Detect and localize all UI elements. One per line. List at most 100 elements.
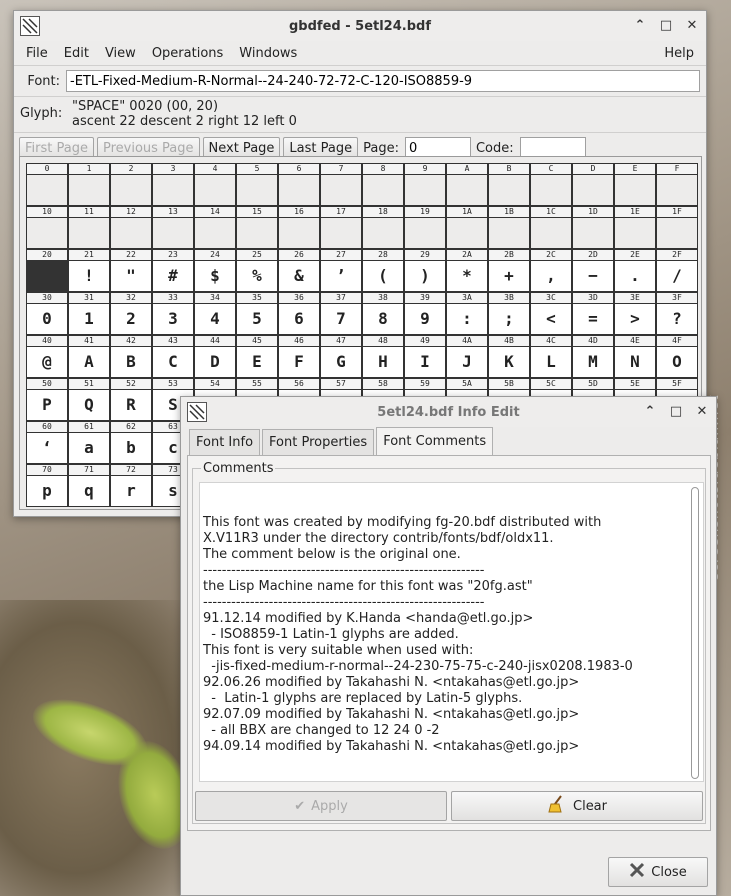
- glyph-cell[interactable]: (: [362, 261, 404, 292]
- glyph-cell[interactable]: [362, 175, 404, 206]
- glyph-cell[interactable]: I: [404, 347, 446, 378]
- glyph-cell[interactable]: G: [320, 347, 362, 378]
- glyph-cell[interactable]: a: [68, 433, 110, 464]
- glyph-cell[interactable]: 9: [404, 304, 446, 335]
- glyph-cell[interactable]: [236, 218, 278, 249]
- glyph-cell[interactable]: ’: [320, 261, 362, 292]
- glyph-cell[interactable]: +: [488, 261, 530, 292]
- glyph-cell[interactable]: ": [110, 261, 152, 292]
- glyph-cell[interactable]: q: [68, 476, 110, 507]
- glyph-cell[interactable]: [614, 218, 656, 249]
- glyph-cell[interactable]: [68, 175, 110, 206]
- glyph-cell[interactable]: E: [236, 347, 278, 378]
- glyph-cell[interactable]: ;: [488, 304, 530, 335]
- glyph-cell[interactable]: [446, 218, 488, 249]
- glyph-cell[interactable]: H: [362, 347, 404, 378]
- comments-textarea[interactable]: This font was created by modifying fg-20…: [199, 482, 704, 782]
- glyph-cell[interactable]: [26, 218, 68, 249]
- menu-help[interactable]: Help: [664, 46, 694, 61]
- glyph-cell[interactable]: Q: [68, 390, 110, 421]
- glyph-cell[interactable]: >: [614, 304, 656, 335]
- close-icon[interactable]: ✕: [684, 16, 700, 34]
- comments-scrollbar[interactable]: [691, 487, 699, 779]
- glyph-cell[interactable]: 2: [110, 304, 152, 335]
- glyph-cell[interactable]: <: [530, 304, 572, 335]
- glyph-cell[interactable]: [404, 175, 446, 206]
- glyph-cell[interactable]: @: [26, 347, 68, 378]
- glyph-cell[interactable]: R: [110, 390, 152, 421]
- glyph-cell[interactable]: p: [26, 476, 68, 507]
- glyph-cell[interactable]: [656, 175, 698, 206]
- apply-button[interactable]: ✔ Apply: [195, 791, 447, 821]
- glyph-cell[interactable]: [446, 175, 488, 206]
- tab-font-info[interactable]: Font Info: [189, 429, 261, 455]
- glyph-cell[interactable]: [530, 175, 572, 206]
- glyph-cell[interactable]: 4: [194, 304, 236, 335]
- menu-file[interactable]: File: [26, 46, 48, 61]
- glyph-cell[interactable]: M: [572, 347, 614, 378]
- close-button[interactable]: Close: [608, 857, 708, 887]
- glyph-cell[interactable]: K: [488, 347, 530, 378]
- tab-font-comments[interactable]: Font Comments: [376, 427, 494, 455]
- glyph-cell[interactable]: B: [110, 347, 152, 378]
- glyph-cell[interactable]: O: [656, 347, 698, 378]
- glyph-cell[interactable]: [572, 218, 614, 249]
- glyph-cell[interactable]: [320, 175, 362, 206]
- glyph-cell[interactable]: [194, 175, 236, 206]
- glyph-cell[interactable]: *: [446, 261, 488, 292]
- glyph-cell[interactable]: P: [26, 390, 68, 421]
- glyph-cell[interactable]: L: [530, 347, 572, 378]
- maximize-icon[interactable]: □: [668, 402, 684, 420]
- glyph-cell[interactable]: [320, 218, 362, 249]
- menu-windows[interactable]: Windows: [239, 46, 297, 61]
- glyph-cell[interactable]: ,: [530, 261, 572, 292]
- glyph-cell[interactable]: 0: [26, 304, 68, 335]
- glyph-cell[interactable]: [152, 175, 194, 206]
- glyph-cell[interactable]: [278, 175, 320, 206]
- minimize-icon[interactable]: ⌃: [632, 16, 648, 34]
- glyph-cell[interactable]: N: [614, 347, 656, 378]
- glyph-cell[interactable]: r: [110, 476, 152, 507]
- tab-font-properties[interactable]: Font Properties: [262, 429, 375, 455]
- glyph-cell[interactable]: D: [194, 347, 236, 378]
- menu-view[interactable]: View: [105, 46, 136, 61]
- glyph-cell[interactable]: 5: [236, 304, 278, 335]
- glyph-cell[interactable]: [152, 218, 194, 249]
- glyph-cell[interactable]: .: [614, 261, 656, 292]
- glyph-cell[interactable]: 8: [362, 304, 404, 335]
- glyph-cell[interactable]: &: [278, 261, 320, 292]
- glyph-cell[interactable]: !: [68, 261, 110, 292]
- glyph-cell[interactable]: [614, 175, 656, 206]
- minimize-icon[interactable]: ⌃: [642, 402, 658, 420]
- glyph-cell[interactable]: [404, 218, 446, 249]
- glyph-cell[interactable]: −: [572, 261, 614, 292]
- main-titlebar[interactable]: gbdfed - 5etl24.bdf ⌃ □ ✕: [14, 11, 706, 41]
- maximize-icon[interactable]: □: [658, 16, 674, 34]
- glyph-cell[interactable]: [194, 218, 236, 249]
- glyph-cell[interactable]: [278, 218, 320, 249]
- glyph-cell[interactable]: [572, 175, 614, 206]
- glyph-cell[interactable]: ): [404, 261, 446, 292]
- menu-edit[interactable]: Edit: [64, 46, 89, 61]
- glyph-cell[interactable]: 3: [152, 304, 194, 335]
- glyph-cell[interactable]: ?: [656, 304, 698, 335]
- glyph-cell[interactable]: %: [236, 261, 278, 292]
- glyph-cell[interactable]: A: [68, 347, 110, 378]
- glyph-cell[interactable]: [236, 175, 278, 206]
- glyph-cell[interactable]: [26, 261, 68, 292]
- close-icon[interactable]: ✕: [694, 402, 710, 420]
- glyph-cell[interactable]: [110, 218, 152, 249]
- glyph-cell[interactable]: [26, 175, 68, 206]
- glyph-cell[interactable]: =: [572, 304, 614, 335]
- glyph-cell[interactable]: #: [152, 261, 194, 292]
- glyph-cell[interactable]: $: [194, 261, 236, 292]
- glyph-cell[interactable]: b: [110, 433, 152, 464]
- glyph-cell[interactable]: :: [446, 304, 488, 335]
- menu-operations[interactable]: Operations: [152, 46, 223, 61]
- glyph-cell[interactable]: [488, 175, 530, 206]
- glyph-cell[interactable]: [488, 218, 530, 249]
- glyph-cell[interactable]: F: [278, 347, 320, 378]
- glyph-cell[interactable]: [656, 218, 698, 249]
- glyph-cell[interactable]: ‘: [26, 433, 68, 464]
- font-name-field[interactable]: [66, 70, 700, 92]
